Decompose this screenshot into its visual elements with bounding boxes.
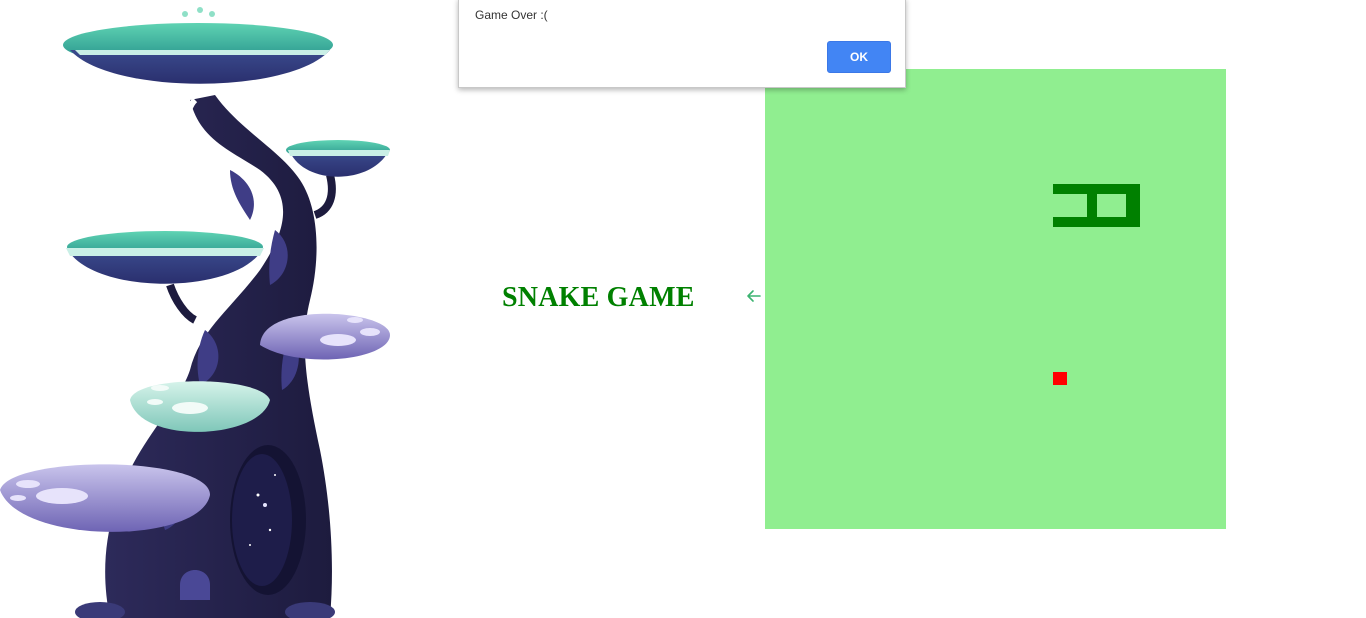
game-title: SNAKE GAME	[502, 282, 695, 313]
game-board[interactable]	[765, 69, 1226, 529]
food	[1053, 372, 1067, 385]
ok-button[interactable]: OK	[827, 41, 891, 73]
fantasy-tree-illustration	[0, 7, 390, 618]
alert-dialog: Game Over :( OK	[458, 0, 906, 88]
snake-segment	[1087, 184, 1097, 227]
snake-segment	[1053, 217, 1063, 227]
snake-segment	[1126, 184, 1140, 227]
arrow-left-icon	[747, 290, 761, 302]
page: SNAKE GAME Game Over :( OK	[0, 0, 1366, 618]
alert-message: Game Over :(	[475, 8, 548, 22]
